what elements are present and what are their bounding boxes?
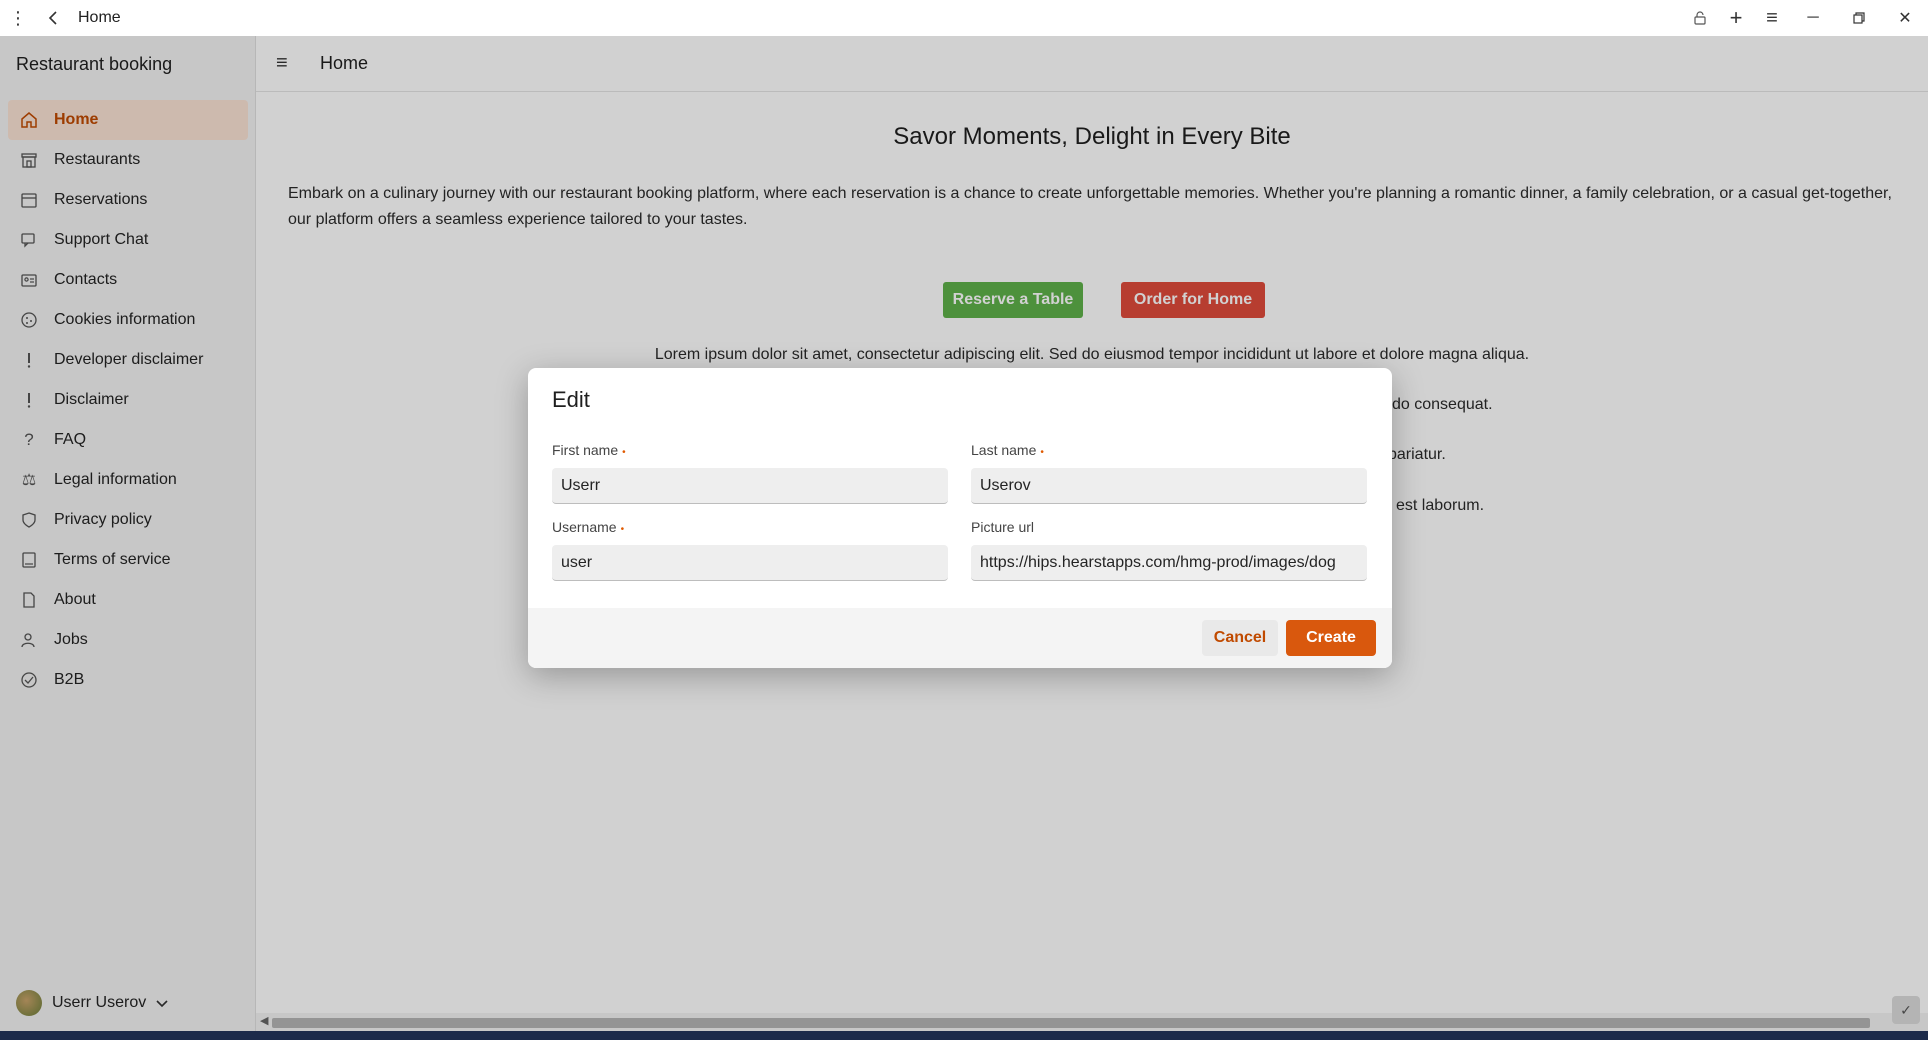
required-marker: • bbox=[622, 447, 626, 458]
more-vertical-icon[interactable]: ⋮ bbox=[0, 0, 36, 36]
last-name-label-text: Last name bbox=[971, 442, 1037, 458]
cancel-button[interactable]: Cancel bbox=[1202, 620, 1278, 656]
create-button[interactable]: Create bbox=[1286, 620, 1376, 656]
menu-icon[interactable]: ≡ bbox=[1754, 0, 1790, 36]
picture-url-label: Picture url bbox=[971, 519, 1367, 539]
first-name-label-text: First name bbox=[552, 442, 619, 458]
taskbar bbox=[0, 1031, 1928, 1040]
last-name-label: Last name • bbox=[971, 442, 1367, 462]
required-marker: • bbox=[620, 524, 625, 535]
picture-url-label-text: Picture url bbox=[971, 519, 1035, 535]
dialog-footer: Cancel Create bbox=[528, 608, 1392, 668]
first-name-label: First name • bbox=[552, 442, 948, 462]
close-icon[interactable]: ✕ bbox=[1882, 0, 1928, 36]
first-name-input[interactable]: Userr bbox=[552, 468, 948, 504]
username-field: Username • user bbox=[552, 519, 948, 581]
required-marker: • bbox=[1040, 447, 1044, 458]
picture-url-input[interactable]: https://hips.hearstapps.com/hmg-prod/ima… bbox=[971, 545, 1367, 581]
username-label-text: Username bbox=[552, 519, 617, 535]
restore-icon[interactable] bbox=[1836, 0, 1882, 36]
lock-icon[interactable] bbox=[1682, 0, 1718, 36]
dialog-title: Edit bbox=[552, 387, 590, 412]
add-icon[interactable]: + bbox=[1718, 0, 1754, 36]
last-name-field: Last name • Userov bbox=[971, 442, 1367, 504]
window-title: Home bbox=[78, 9, 121, 26]
username-label: Username • bbox=[552, 519, 948, 539]
last-name-input[interactable]: Userov bbox=[971, 468, 1367, 504]
back-arrow-icon[interactable] bbox=[36, 0, 72, 36]
minimize-icon[interactable]: ─ bbox=[1790, 0, 1836, 36]
first-name-field: First name • Userr bbox=[552, 442, 948, 504]
window-titlebar: ⋮ Home + ≡ ─ ✕ bbox=[0, 0, 1928, 36]
edit-dialog: Edit First name • Userr Last name • Userov… bbox=[528, 368, 1392, 668]
username-input[interactable]: user bbox=[552, 545, 948, 581]
picture-url-field: Picture url https://hips.hearstapps.com/… bbox=[971, 519, 1367, 581]
